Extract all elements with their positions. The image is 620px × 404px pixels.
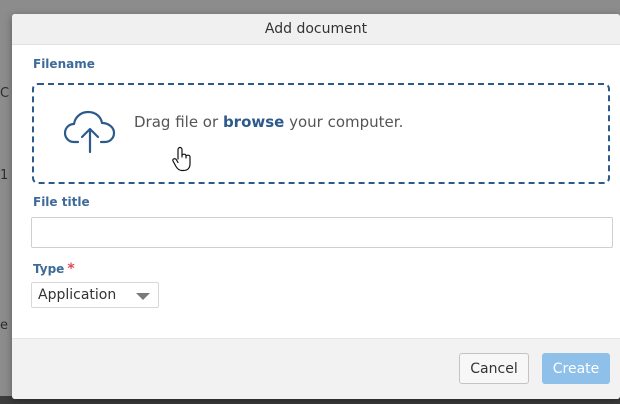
- browse-link[interactable]: browse: [223, 113, 284, 131]
- required-marker: *: [67, 261, 75, 277]
- type-label: Type *: [33, 261, 75, 277]
- dropzone-text-after: your computer.: [284, 113, 404, 131]
- file-title-label: File title: [33, 195, 90, 209]
- hand-cursor-icon: [172, 146, 191, 172]
- dialog-title: Add document: [264, 21, 368, 37]
- dialog-header: Add document: [12, 14, 620, 45]
- type-select-value: Application: [38, 287, 117, 303]
- dropzone-text-before: Drag file or: [134, 113, 223, 131]
- filename-label: Filename: [33, 57, 95, 71]
- dialog-footer: Cancel Create: [12, 338, 620, 399]
- type-select[interactable]: Application: [31, 282, 159, 308]
- cloud-upload-icon: [64, 110, 116, 154]
- cancel-button[interactable]: Cancel: [459, 353, 529, 384]
- create-button[interactable]: Create: [542, 353, 610, 384]
- type-label-text: Type: [33, 262, 65, 276]
- add-document-dialog: Add document Filename Drag file or brows…: [12, 14, 620, 399]
- dialog-body: Filename Drag file or browse your comput…: [12, 45, 620, 338]
- file-dropzone[interactable]: Drag file or browse your computer.: [32, 83, 610, 184]
- chevron-down-icon: [136, 293, 150, 300]
- dropzone-text: Drag file or browse your computer.: [134, 113, 403, 131]
- file-title-input[interactable]: [31, 217, 613, 248]
